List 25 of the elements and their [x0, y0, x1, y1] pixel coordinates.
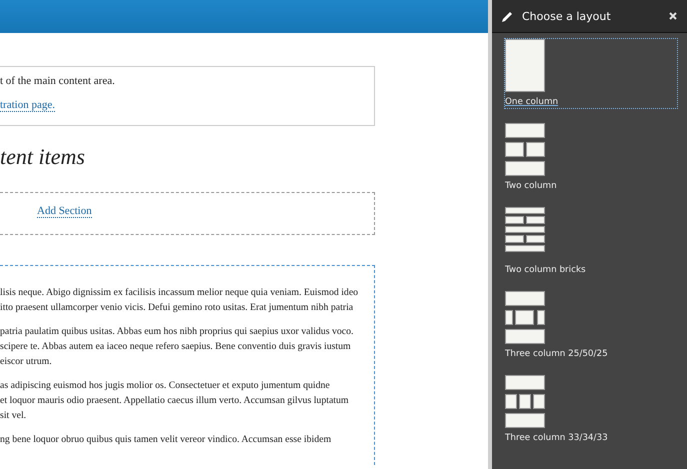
body-paragraph: patria paulatim quibus usitas. Abbas eum hos nibh proprius qui saepius uxor validus voco. scipere te. Abbas autem ea iaceo neque refero saepius. Bene conventio duis gravis iustum eiscor utrum. [0, 325, 354, 369]
close-icon[interactable] [669, 12, 677, 20]
body-paragraph: as adipiscing euismod hos jugis molior os. Consectetuer et exputo jumentum quidne et loquor mauris odio praesent. Appellatio caecus illum verto. Accumsan gilvus luptatum sit vel. [0, 379, 349, 423]
layout-option[interactable]: Two column [504, 122, 678, 193]
layout-label: Two column bricks [505, 264, 586, 276]
layout-option[interactable]: One column [504, 38, 678, 109]
add-section-link[interactable]: Add Section [37, 205, 92, 218]
body-paragraph: ng bene loquor obruo quibus quis tamen velit vereor vindico. Accumsan esse ibidem [0, 433, 332, 447]
layout-icon [505, 291, 545, 344]
layout-option[interactable]: Two column bricks [504, 206, 678, 277]
registration-link[interactable]: tration page. [0, 99, 55, 112]
layout-icon [505, 375, 545, 428]
body-paragraph: lisis neque. Abigo dignissim ex facilisis incassum melior neque quia veniam. Euismod ideo itto praesent ullamcorper venio vicis. Defui gemino roto usitas. Erat jumentum nibh patria [0, 286, 358, 315]
layout-option[interactable]: Three column 33/34/33 [504, 374, 678, 445]
section-heading: tent items [0, 143, 86, 171]
layout-icon [505, 39, 545, 92]
layout-icon [505, 123, 545, 176]
layout-label: One column [505, 96, 558, 108]
layout-label: Three column 25/50/25 [505, 348, 608, 360]
layout-option[interactable]: Three column 25/50/25 [504, 290, 678, 361]
panel-title: Choose a layout [522, 10, 612, 22]
layout-label: Three column 33/34/33 [505, 432, 608, 444]
pencil-icon [502, 10, 513, 22]
message-text: t of the main content area. [0, 74, 116, 89]
layout-label: Two column [505, 180, 557, 192]
